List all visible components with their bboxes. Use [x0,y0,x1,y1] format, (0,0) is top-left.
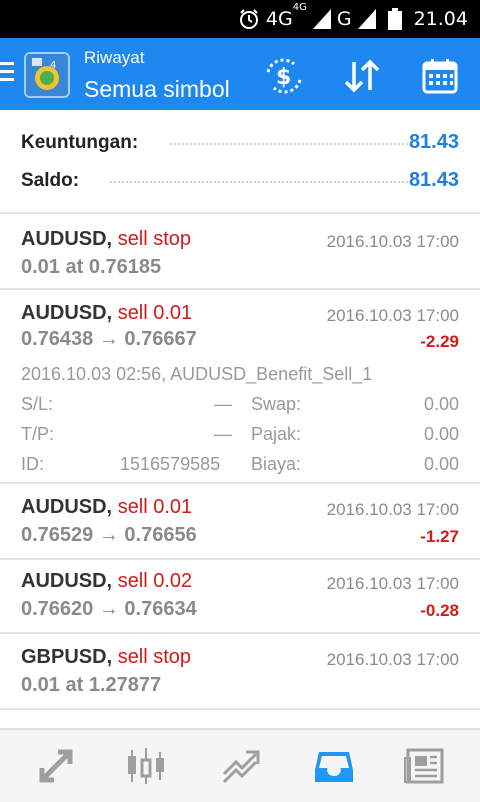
chart-icon[interactable] [98,730,194,802]
signal-icon [312,9,331,29]
order-time: 2016.10.03 17:00 [326,574,459,593]
order-profit: -2.29 [420,332,459,351]
clock: 21.04 [413,8,468,30]
signal-icon-2 [357,9,376,29]
order-time: 2016.10.03 17:00 [326,650,459,669]
dotted-leader [170,143,408,145]
calendar-icon[interactable] [418,54,462,98]
divider [0,708,480,710]
profit-value: 81.43 [408,131,459,153]
status-icons: 4G4G G 21.04 [238,0,468,38]
app-bar: 4 Riwayat Semua simbol $ [0,38,480,110]
order-symbol: AUDUSD, sell stop [21,228,192,250]
dollar-exchange-icon[interactable]: $ [262,54,306,98]
sl-label: S/L: [21,394,54,414]
tax-label: Pajak: [251,424,302,444]
fee-label: Biaya: [251,454,302,474]
sort-icon[interactable] [340,54,384,98]
swap-label: Swap: [251,394,302,414]
tax-value: 0.00 [423,424,459,444]
balance-row: Saldo: 81.43 [0,160,480,198]
order-price-range: 0.76620 → 0.76634 [21,598,197,620]
profit-label: Keuntungan: [21,132,139,153]
order-price-range: 0.76438 → 0.76667 [21,328,197,350]
news-icon[interactable] [376,730,472,802]
sl-value: — [214,394,232,414]
balance-value: 81.43 [408,169,459,191]
svg-text:$: $ [276,65,291,90]
order-type: sell stop [117,646,192,668]
swap-value: 0.00 [423,394,459,414]
order-type: sell stop [117,228,192,250]
app-logo[interactable]: 4 [24,52,70,98]
order-symbol: GBPUSD, sell stop [21,646,192,668]
order-time: 2016.10.03 17:00 [326,500,459,519]
network-4g-label: 4G4G [265,2,307,30]
order-type: sell 0.01 [117,496,193,518]
battery-icon [387,8,402,30]
order-comment: 2016.10.03 02:56, AUDUSD_Benefit_Sell_1 [21,364,373,384]
network-g-label: G [336,8,352,30]
fee-value: 0.00 [423,454,459,474]
order-symbol: AUDUSD, sell 0.01 [21,302,193,324]
profit-row: Keuntungan: 81.43 [0,122,480,160]
menu-icon[interactable] [0,62,14,84]
bottom-navigation [0,728,480,802]
tp-label: T/P: [21,424,55,444]
id-label: ID: [21,454,45,474]
history-item-expanded[interactable]: AUDUSD, sell 0.01 0.76438 → 0.76667 2016… [0,290,480,482]
history-item[interactable]: AUDUSD, sell 0.02 0.76620 → 0.76634 2016… [0,560,480,632]
trade-icon[interactable] [192,730,288,802]
history-item[interactable]: AUDUSD, sell stop 0.01 at 0.76185 2016.1… [0,214,480,288]
order-symbol: AUDUSD, sell 0.01 [21,496,193,518]
history-item[interactable]: GBPUSD, sell stop 0.01 at 1.27877 2016.1… [0,634,480,708]
quotes-icon[interactable] [8,730,104,802]
alarm-icon [239,9,258,29]
order-price-range: 0.76529 → 0.76656 [21,524,197,546]
screen-subtitle: Riwayat [84,48,145,67]
order-profit: -1.27 [420,527,459,546]
order-time: 2016.10.03 17:00 [326,232,459,251]
dotted-leader [110,181,408,183]
order-type: sell 0.02 [117,570,193,592]
order-volume-price: 0.01 at 0.76185 [21,256,162,278]
svg-text:4: 4 [50,60,56,71]
id-value: 1516579585 [120,454,221,474]
order-symbol: AUDUSD, sell 0.02 [21,570,193,592]
history-icon[interactable] [286,730,382,802]
status-bar: 4G4G G 21.04 [0,0,480,38]
tp-value: — [214,424,232,444]
order-profit: -0.28 [420,601,459,620]
symbol-filter-title[interactable]: Semua simbol [84,76,230,103]
account-summary: Keuntungan: 81.43 Saldo: 81.43 [0,122,480,198]
balance-label: Saldo: [21,170,80,191]
history-item[interactable]: AUDUSD, sell 0.01 0.76529 → 0.76656 2016… [0,484,480,558]
order-time: 2016.10.03 17:00 [326,306,459,325]
order-volume-price: 0.01 at 1.27877 [21,674,162,696]
order-type: sell 0.01 [117,302,193,324]
